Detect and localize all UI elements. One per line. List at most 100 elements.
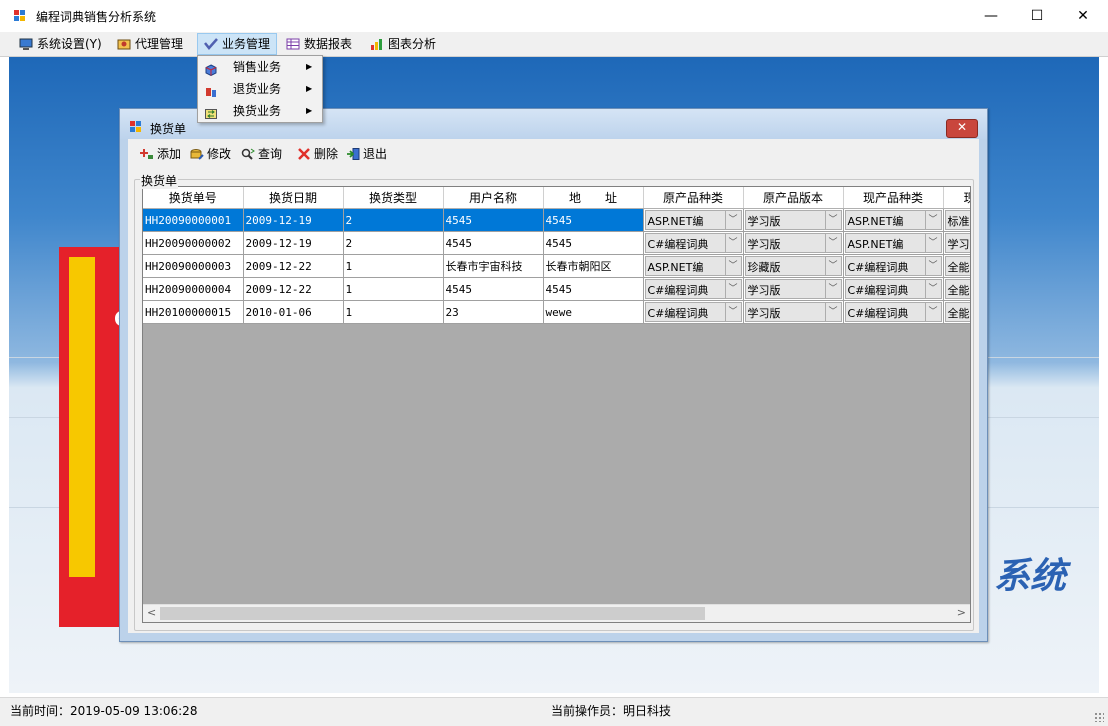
combobox[interactable]: C#编程词典 ﹀ [844, 279, 942, 299]
table-cell[interactable]: 2009-12-22 [243, 254, 344, 278]
chevron-down-icon[interactable]: ﹀ [824, 280, 841, 298]
table-cell[interactable]: 4545 [543, 231, 644, 255]
column-header-type[interactable]: 换货类型 [343, 187, 444, 209]
scrollbar-thumb[interactable] [160, 607, 705, 620]
table-cell-combobox[interactable]: ASP.NET编 ﹀ [843, 231, 944, 255]
close-button[interactable]: ✕ [1060, 0, 1106, 32]
table-cell-combobox[interactable]: 全能 [943, 254, 970, 278]
table-cell[interactable]: 4545 [443, 277, 544, 301]
combobox[interactable]: ASP.NET编 ﹀ [644, 256, 742, 276]
combobox[interactable]: 学习版 ﹀ [744, 233, 842, 253]
table-row[interactable]: HH20090000004 2009-12-22 1 4545 4545 C#编程词典 ﹀ 学… [143, 277, 970, 301]
minimize-button[interactable]: — [968, 0, 1014, 32]
combobox[interactable]: ASP.NET编 ﹀ [844, 210, 942, 230]
exit-button[interactable]: 退出 [346, 145, 387, 163]
combobox[interactable]: 学习 [944, 233, 970, 253]
menu-data-report[interactable]: 数据报表 [280, 34, 358, 54]
chevron-down-icon[interactable]: ﹀ [824, 211, 841, 229]
combobox[interactable]: C#编程词典 ﹀ [644, 302, 742, 322]
table-cell[interactable]: 长春市朝阳区 [543, 254, 644, 278]
menu-item-exchange[interactable]: 换货业务 ▶ [198, 100, 322, 122]
scroll-left-arrow-icon[interactable]: < [147, 606, 156, 619]
chevron-down-icon[interactable]: ﹀ [924, 303, 941, 321]
table-cell-combobox[interactable]: 学习版 ﹀ [743, 300, 844, 324]
menu-business-management[interactable]: 业务管理 [197, 33, 278, 55]
combobox[interactable]: ASP.NET编 ﹀ [844, 233, 942, 253]
column-header-date[interactable]: 换货日期 [243, 187, 344, 209]
table-cell[interactable]: 2 [343, 231, 444, 255]
table-cell-combobox[interactable]: C#编程词典 ﹀ [843, 300, 944, 324]
combobox[interactable]: C#编程词典 ﹀ [844, 256, 942, 276]
combobox[interactable]: C#编程词典 ﹀ [644, 279, 742, 299]
table-cell[interactable]: 1 [343, 254, 444, 278]
chevron-down-icon[interactable]: ﹀ [824, 257, 841, 275]
table-cell[interactable]: 4545 [543, 277, 644, 301]
combobox[interactable]: C#编程词典 ﹀ [844, 302, 942, 322]
table-cell-combobox[interactable]: ASP.NET编 ﹀ [843, 208, 944, 232]
table-cell[interactable]: wewe [543, 300, 644, 324]
column-header-new-product-type[interactable]: 现产品种类 [843, 187, 944, 209]
menu-chart-analysis[interactable]: 图表分析 [364, 34, 442, 54]
table-cell-combobox[interactable]: C#编程词典 ﹀ [643, 231, 744, 255]
column-header-order-no[interactable]: 换货单号 [143, 187, 244, 209]
combobox[interactable]: 全能 [944, 256, 970, 276]
table-row[interactable]: HH20090000003 2009-12-22 1 长春市宇宙科技 长春市朝阳区 ASP… [143, 254, 970, 278]
combobox[interactable]: 学习版 ﹀ [744, 279, 842, 299]
table-cell[interactable]: HH20090000004 [143, 277, 244, 301]
column-header-orig-product-type[interactable]: 原产品种类 [643, 187, 744, 209]
table-cell[interactable]: 2010-01-06 [243, 300, 344, 324]
table-cell-combobox[interactable]: 珍藏版 ﹀ [743, 254, 844, 278]
horizontal-scrollbar[interactable]: < > [143, 604, 970, 622]
child-window-close-button[interactable]: ✕ [946, 119, 978, 138]
table-cell-combobox[interactable]: 学习版 ﹀ [743, 231, 844, 255]
table-cell[interactable]: 2009-12-19 [243, 208, 344, 232]
table-cell-combobox[interactable]: ASP.NET编 ﹀ [643, 208, 744, 232]
combobox[interactable]: 全能 [944, 302, 970, 322]
menu-item-returns[interactable]: 退货业务 ▶ [198, 78, 322, 100]
chevron-down-icon[interactable]: ﹀ [924, 280, 941, 298]
edit-button[interactable]: 修改 [190, 145, 231, 163]
table-cell-combobox[interactable]: 全能 [943, 300, 970, 324]
table-cell[interactable]: 4545 [543, 208, 644, 232]
menu-item-sales[interactable]: 销售业务 ▶ [198, 56, 322, 78]
table-cell-combobox[interactable]: C#编程词典 ﹀ [843, 254, 944, 278]
delete-button[interactable]: 删除 [297, 145, 338, 163]
table-row[interactable]: HH20100000015 2010-01-06 1 23 wewe C#编程词典 ﹀ 学习版… [143, 300, 970, 324]
maximize-button[interactable]: ☐ [1014, 0, 1060, 32]
chevron-down-icon[interactable]: ﹀ [824, 303, 841, 321]
column-header-new-product-version[interactable]: 现 [943, 187, 970, 209]
resize-grip-icon[interactable] [1094, 712, 1104, 722]
combobox[interactable]: ASP.NET编 ﹀ [644, 210, 742, 230]
table-cell[interactable]: HH20090000003 [143, 254, 244, 278]
table-cell-combobox[interactable]: C#编程词典 ﹀ [643, 300, 744, 324]
chevron-down-icon[interactable]: ﹀ [924, 257, 941, 275]
table-cell[interactable]: 1 [343, 277, 444, 301]
chevron-down-icon[interactable]: ﹀ [724, 234, 741, 252]
table-cell[interactable]: 2009-12-19 [243, 231, 344, 255]
combobox[interactable]: 学习版 ﹀ [744, 210, 842, 230]
combobox[interactable]: 标准 [944, 210, 970, 230]
add-button[interactable]: 添加 [140, 145, 181, 163]
combobox[interactable]: 珍藏版 ﹀ [744, 256, 842, 276]
combobox[interactable]: 学习版 ﹀ [744, 302, 842, 322]
table-cell[interactable]: 4545 [443, 231, 544, 255]
combobox[interactable]: 全能 [944, 279, 970, 299]
table-cell[interactable]: HH20100000015 [143, 300, 244, 324]
exchange-order-grid[interactable]: 换货单号 换货日期 换货类型 用户名称 地 址 原产品种类 原产品版本 现产品种… [142, 186, 971, 623]
combobox[interactable]: C#编程词典 ﹀ [644, 233, 742, 253]
column-header-address[interactable]: 地 址 [543, 187, 644, 209]
table-cell-combobox[interactable]: C#编程词典 ﹀ [843, 277, 944, 301]
chevron-down-icon[interactable]: ﹀ [824, 234, 841, 252]
menu-agent-management[interactable]: 代理管理 [111, 34, 189, 54]
table-cell-combobox[interactable]: C#编程词典 ﹀ [643, 277, 744, 301]
table-cell-combobox[interactable]: 学习版 ﹀ [743, 208, 844, 232]
table-cell[interactable]: 4545 [443, 208, 544, 232]
chevron-down-icon[interactable]: ﹀ [924, 234, 941, 252]
table-row[interactable]: HH20090000002 2009-12-19 2 4545 4545 C#编程词典 ﹀ 学… [143, 231, 970, 255]
table-cell[interactable]: 1 [343, 300, 444, 324]
chevron-down-icon[interactable]: ﹀ [924, 211, 941, 229]
table-cell[interactable]: 2 [343, 208, 444, 232]
chevron-down-icon[interactable]: ﹀ [724, 303, 741, 321]
column-header-orig-product-version[interactable]: 原产品版本 [743, 187, 844, 209]
table-cell[interactable]: 23 [443, 300, 544, 324]
